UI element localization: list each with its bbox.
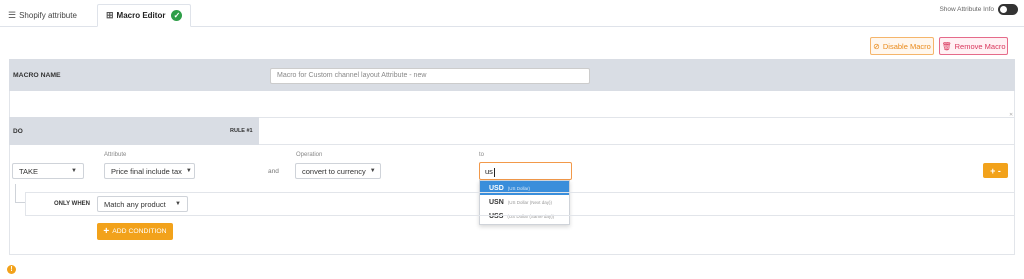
remove-macro-button[interactable]: 🗑 Remove Macro — [939, 37, 1008, 55]
grid-icon: ⊞ — [106, 10, 114, 20]
tab-shopify-attribute[interactable]: ☰ Shopify attribute — [0, 4, 85, 27]
chevron-down-icon: ▼ — [185, 168, 192, 174]
add-remove-action-button[interactable]: + - — [983, 163, 1008, 178]
remove-macro-label: Remove Macro — [954, 41, 1006, 51]
tab-label: Shopify attribute — [19, 11, 77, 20]
show-attribute-info-toggle[interactable] — [998, 4, 1018, 15]
macro-name-input[interactable]: Macro for Custom channel layout Attribut… — [270, 68, 590, 84]
currency-code: USD — [489, 184, 504, 192]
action-value: TAKE — [19, 166, 39, 176]
do-band — [9, 117, 259, 145]
and-text: and — [268, 168, 279, 175]
attribute-value: Price final include tax — [111, 166, 182, 176]
macro-name-label: MACRO NAME — [13, 72, 61, 79]
operation-value: convert to currency — [302, 166, 366, 176]
match-select[interactable]: Match any product ▼ — [97, 196, 188, 212]
text-cursor — [493, 167, 495, 177]
only-when-label: ONLY WHEN — [54, 201, 91, 207]
tree-connector — [15, 184, 16, 203]
spacer-row — [9, 91, 1015, 117]
disable-macro-button[interactable]: ⊘ Disable Macro — [870, 37, 934, 55]
tree-connector — [15, 202, 25, 203]
ban-icon: ⊘ — [873, 41, 880, 51]
operation-select[interactable]: convert to currency ▼ — [295, 163, 381, 179]
currency-search-value: us — [485, 167, 493, 176]
chevron-down-icon: ▼ — [369, 168, 376, 174]
trash-icon: 🗑 — [941, 41, 952, 51]
to-label: to — [479, 152, 485, 158]
operation-label: Operation — [296, 152, 323, 158]
match-value: Match any product — [104, 199, 166, 209]
chevron-down-icon: ▼ — [175, 201, 181, 207]
tab-label: Macro Editor — [116, 11, 166, 20]
tab-macro-editor[interactable]: ⊞ Macro Editor ✓ — [97, 4, 192, 27]
attribute-label: Attribute — [104, 152, 127, 158]
disable-macro-label: Disable Macro — [882, 41, 931, 51]
list-icon: ☰ — [8, 10, 17, 20]
plus-icon: + — [103, 226, 110, 237]
check-circle-icon: ✓ — [171, 10, 183, 21]
currency-desc: (US Dollar) — [507, 185, 531, 191]
rule-header-area — [259, 117, 1015, 145]
add-condition-button[interactable]: + ADD CONDITION — [97, 223, 173, 240]
do-label: DO — [13, 128, 23, 135]
action-select[interactable]: TAKE ▼ — [12, 163, 84, 179]
info-icon[interactable]: ! — [7, 265, 16, 274]
currency-search-input[interactable]: us — [479, 162, 572, 180]
rule-number-label: RULE #1 — [230, 128, 253, 134]
show-attribute-info-label: Show Attribute Info — [939, 6, 994, 13]
add-condition-label: ADD CONDITION — [112, 228, 167, 235]
attribute-select[interactable]: Price final include tax ▼ — [104, 163, 195, 179]
chevron-down-icon: ▼ — [71, 168, 77, 174]
